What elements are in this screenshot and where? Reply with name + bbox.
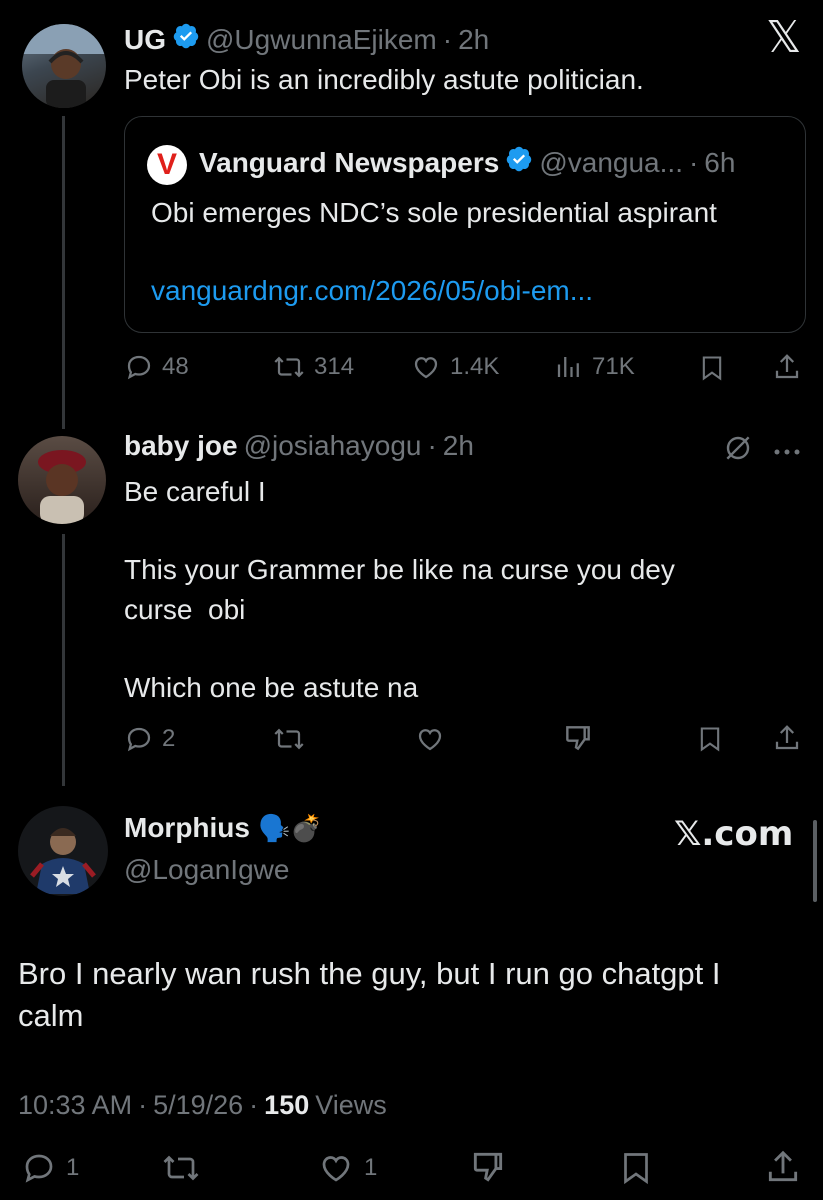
repost-icon <box>274 356 304 378</box>
share-button[interactable] <box>764 1148 802 1191</box>
tweet3-views-count: 150 <box>264 1090 310 1120</box>
tweet2-display-name[interactable]: baby joe <box>124 430 238 462</box>
bookmark-icon <box>700 727 720 752</box>
reply-button[interactable]: 1 <box>20 1150 79 1186</box>
views-count: 71K <box>592 353 635 380</box>
tweet3-date[interactable]: 5/19/26 <box>153 1090 243 1121</box>
more-icon <box>774 449 800 455</box>
share-icon <box>768 1150 798 1182</box>
views-button[interactable]: 71K <box>554 352 635 382</box>
tweet1-handle[interactable]: @UgwunnaEjikem <box>206 24 437 56</box>
tweet1-display-name[interactable]: UG <box>124 24 166 56</box>
thread-line-2 <box>62 534 65 786</box>
separator: · <box>427 430 437 461</box>
vanguard-logo-letter: V <box>156 148 177 181</box>
tweet2-line-4: Which one be astute na <box>124 672 419 703</box>
separator: · <box>249 1090 259 1120</box>
separator: · <box>688 146 699 178</box>
like-button[interactable]: 1 <box>316 1150 377 1186</box>
tweet1-time[interactable]: 2h <box>458 24 489 56</box>
reply-icon <box>127 355 151 380</box>
reply-icon <box>25 1154 53 1183</box>
tweet1-text: Peter Obi is an incredibly astute politi… <box>124 64 644 95</box>
tweet2-handle[interactable]: @josiahayogu <box>244 430 422 462</box>
repost-count: 314 <box>314 353 355 380</box>
quote-time: 6h <box>704 146 736 178</box>
bookmark-button[interactable] <box>698 353 726 388</box>
dislike-button[interactable] <box>468 1148 508 1191</box>
repost-icon <box>274 728 304 750</box>
views-icon <box>557 357 579 377</box>
reply-count: 1 <box>66 1154 80 1181</box>
verified-icon <box>172 22 200 57</box>
share-icon <box>775 354 799 379</box>
more-button[interactable] <box>772 444 802 462</box>
like-icon <box>414 357 438 379</box>
tweet3-text-line-2: calm <box>18 998 84 1033</box>
like-button[interactable] <box>414 724 446 759</box>
reply-count: 2 <box>162 725 176 752</box>
separator: · <box>442 23 453 55</box>
quote-header: Vanguard Newspapers @vangua... · 6h <box>199 145 735 180</box>
x-logo[interactable]: 𝕏 <box>766 16 801 60</box>
bookmark-icon <box>624 1153 648 1185</box>
tweet3-display-name[interactable]: Morphius <box>124 812 250 844</box>
like-count: 1.4K <box>450 353 500 380</box>
quote-display-name: Vanguard Newspapers <box>199 146 500 178</box>
reply-icon <box>127 727 151 752</box>
share-button[interactable] <box>772 722 802 759</box>
tweet2-line-1: Be careful I <box>124 476 266 507</box>
scrollbar[interactable] <box>813 820 817 902</box>
tweet2-time[interactable]: 2h <box>443 430 474 462</box>
quote-handle: @vangua... <box>539 146 683 178</box>
reply-count: 48 <box>162 353 189 380</box>
tweet2-line-3: curse obi <box>124 594 246 625</box>
avatar-ug-image <box>22 24 106 108</box>
avatar-morphius[interactable] <box>18 806 108 896</box>
tweet1-header: UG @UgwunnaEjikem · 2h <box>124 22 489 57</box>
x-com-brand: 𝕏.com <box>674 814 794 854</box>
repost-icon <box>163 1155 199 1181</box>
repost-button[interactable]: 314 <box>272 352 354 382</box>
tweet3-text-line-1: Bro I nearly wan rush the guy, but I run… <box>18 956 721 991</box>
thread-line-1 <box>62 116 65 429</box>
repost-button[interactable] <box>272 724 306 759</box>
tweet2-header: baby joe @josiahayogu · 2h <box>124 430 474 462</box>
like-icon <box>322 1156 350 1182</box>
avatar-baby-joe[interactable] <box>18 436 106 524</box>
share-button[interactable] <box>772 351 802 388</box>
like-button[interactable]: 1.4K <box>410 352 499 382</box>
dislike-icon <box>473 1152 503 1182</box>
avatar-ug[interactable] <box>22 24 106 108</box>
like-icon <box>418 729 442 751</box>
bookmark-button[interactable] <box>618 1150 654 1191</box>
avatar-morphius-image <box>30 828 96 894</box>
bookmark-icon <box>702 356 722 381</box>
mute-button[interactable] <box>722 432 754 469</box>
vanguard-logo: V <box>147 145 187 185</box>
tweet2-line-2: This your Grammer be like na curse you d… <box>124 554 675 585</box>
reply-button[interactable]: 48 <box>124 352 189 382</box>
mute-icon <box>726 436 750 460</box>
reply-button[interactable]: 2 <box>124 724 175 754</box>
like-count: 1 <box>364 1154 378 1181</box>
quoted-tweet-card[interactable]: V Vanguard Newspapers @vangua... · 6h Ob… <box>124 116 806 333</box>
repost-button[interactable] <box>160 1150 202 1191</box>
dislike-icon <box>566 726 590 751</box>
tweet3-header: Morphius 🗣️💣 <box>124 812 323 844</box>
tweet3-meta: 10:33 AM · 5/19/26 · 150 Views <box>18 1090 387 1121</box>
separator: · <box>138 1090 148 1120</box>
tweet3-views-label: Views <box>315 1090 387 1120</box>
tweet3-time[interactable]: 10:33 AM <box>18 1090 132 1121</box>
quote-text: Obi emerges NDC’s sole presidential aspi… <box>151 197 717 228</box>
share-icon <box>775 725 799 750</box>
tweet3-name-emoji: 🗣️💣 <box>258 812 323 843</box>
dislike-button[interactable] <box>562 722 594 759</box>
tweet3-handle[interactable]: @LoganIgwe <box>124 854 289 886</box>
verified-icon <box>505 145 533 180</box>
quote-link[interactable]: vanguardngr.com/2026/05/obi-em... <box>151 275 593 307</box>
bookmark-button[interactable] <box>696 724 724 759</box>
avatar-baby-joe-image <box>38 450 86 524</box>
